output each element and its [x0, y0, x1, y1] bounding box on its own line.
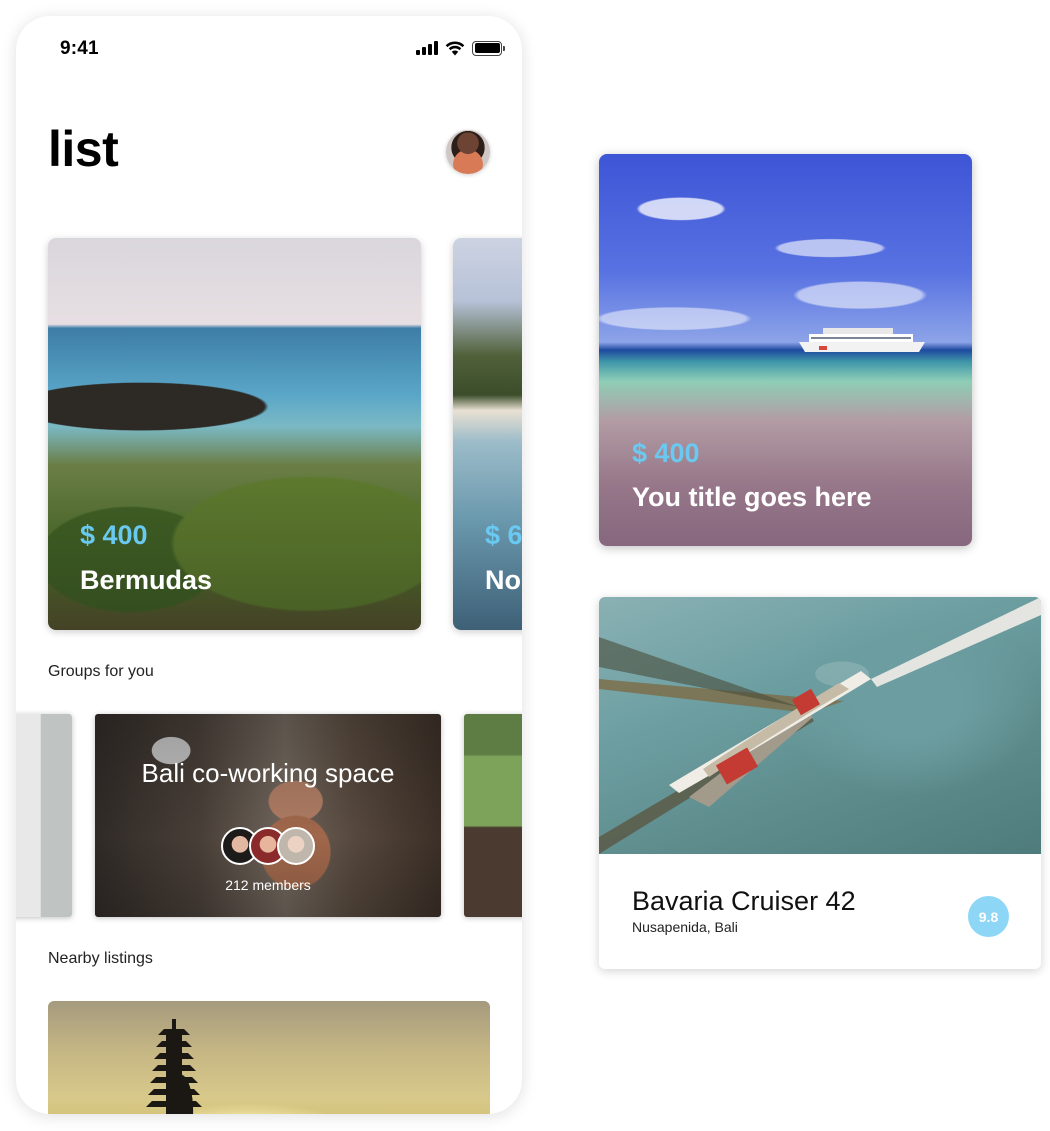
promo-card[interactable]: $ 400 You title goes here: [599, 154, 972, 546]
page-title: list: [48, 121, 119, 177]
boat-photo: [599, 597, 1041, 854]
phone-screen: 9:41 list $ 400 Bermudas $ 6 No Groups f…: [16, 16, 522, 1114]
member-count: 212 members: [225, 877, 311, 893]
destination-price: $ 6: [485, 520, 522, 550]
wifi-icon: [445, 40, 465, 55]
destination-card-next[interactable]: $ 6 No: [453, 238, 522, 630]
cruise-ship-image: [799, 328, 925, 352]
destination-name: No: [485, 565, 521, 595]
groups-section-label: Groups for you: [48, 663, 154, 680]
member-avatar: [277, 827, 315, 865]
destination-card-bermudas[interactable]: $ 400 Bermudas: [48, 238, 421, 630]
group-card-previous[interactable]: [16, 714, 72, 917]
group-title: Bali co-working space: [141, 758, 395, 788]
boat-listing-card[interactable]: Bavaria Cruiser 42 Nusapenida, Bali 9.8: [599, 597, 1041, 969]
nearby-section-label: Nearby listings: [48, 950, 153, 967]
status-time: 9:41: [60, 38, 99, 59]
boat-location: Nusapenida, Bali: [632, 919, 738, 935]
rating-badge: 9.8: [968, 896, 1009, 937]
destination-name: Bermudas: [80, 565, 213, 595]
destination-price: $ 400: [80, 520, 148, 550]
status-icons: [416, 39, 505, 57]
promo-title: You title goes here: [632, 482, 872, 512]
user-avatar[interactable]: [446, 130, 490, 174]
nearby-listing-card[interactable]: [48, 1001, 490, 1114]
pagoda-image: [146, 1019, 202, 1114]
battery-icon: [472, 40, 505, 56]
group-card-next[interactable]: [464, 714, 522, 917]
promo-price: $ 400: [632, 438, 700, 468]
group-card-bali[interactable]: Bali co-working space 212 members: [95, 714, 441, 917]
boat-name: Bavaria Cruiser 42: [632, 886, 856, 916]
sailboat-image: [599, 597, 1041, 854]
member-avatars: [95, 827, 441, 865]
status-bar: 9:41: [16, 16, 522, 78]
signal-icon: [416, 41, 438, 55]
